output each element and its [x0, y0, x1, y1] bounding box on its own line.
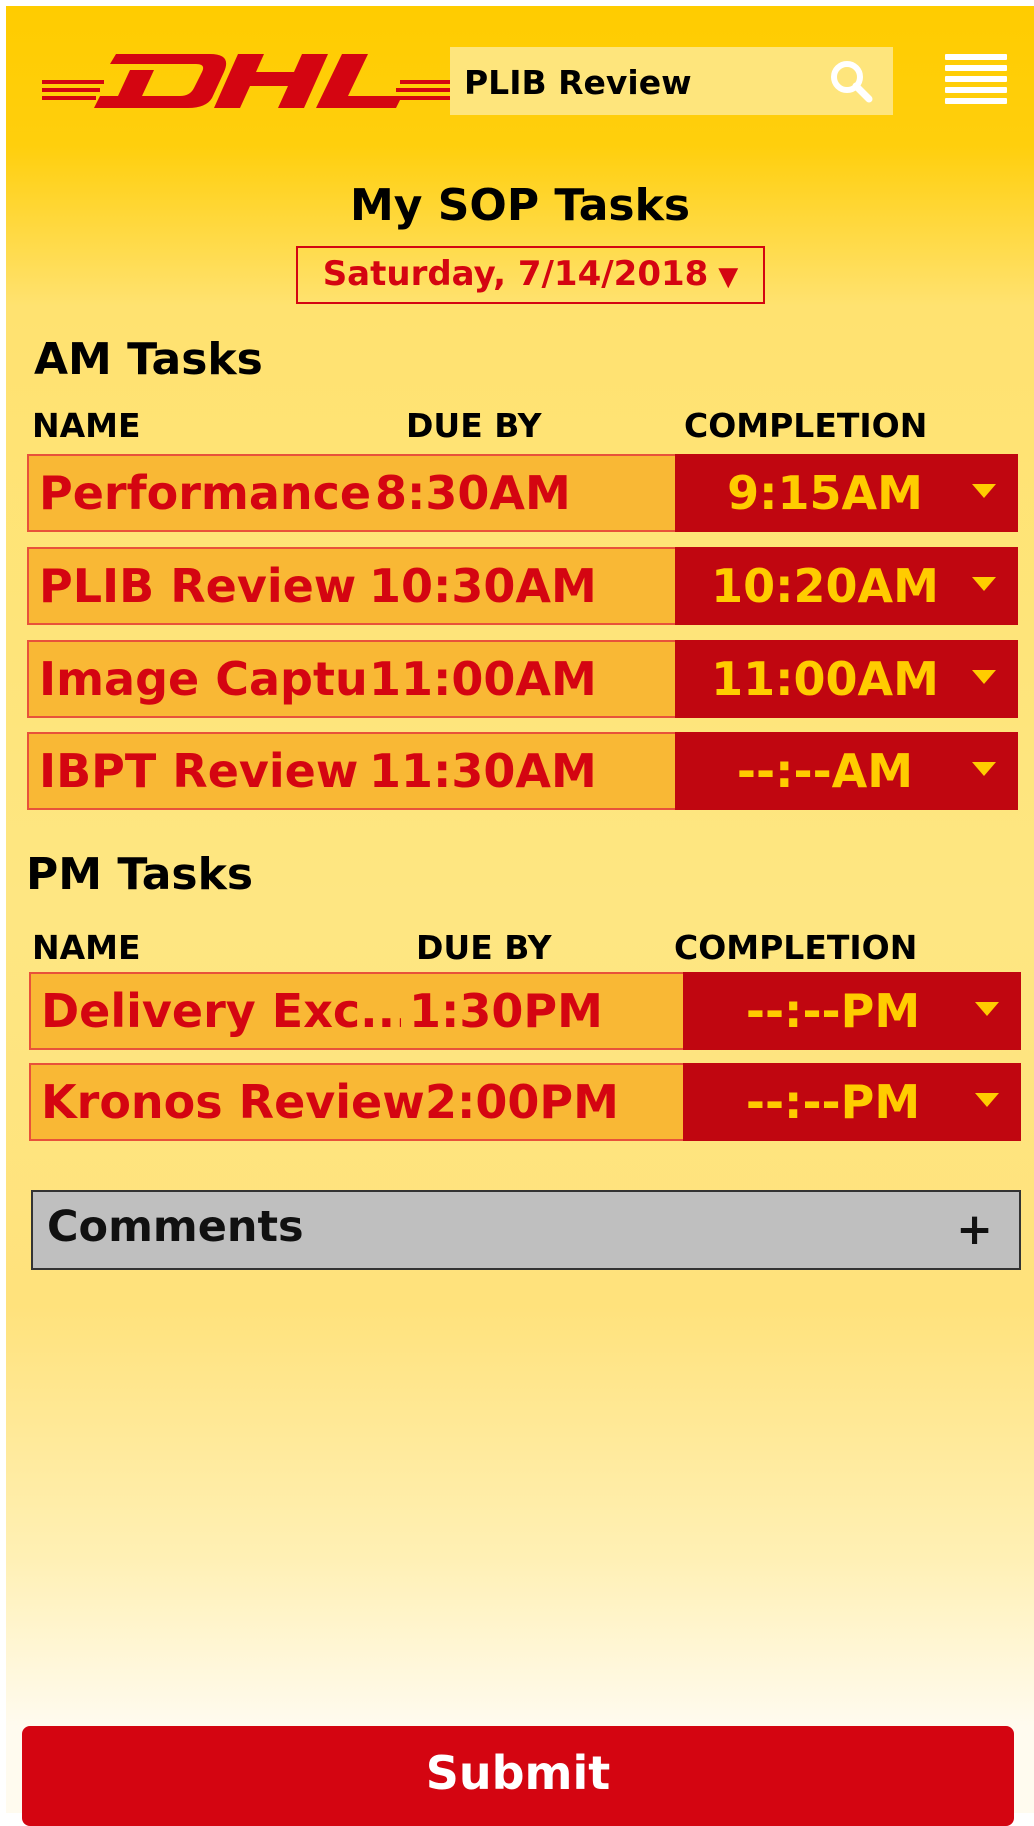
caret-down-icon — [972, 670, 996, 684]
search-value: PLIB Review — [464, 63, 692, 102]
completion-select[interactable]: 9:15AM — [675, 454, 1018, 532]
task-row[interactable]: Kronos Review 2:00PM --:--PM — [29, 1063, 1021, 1141]
search-icon[interactable] — [829, 59, 873, 103]
task-due: 11:00AM — [369, 652, 597, 706]
expand-plus-icon[interactable]: + — [956, 1204, 993, 1255]
caret-down-icon — [972, 577, 996, 591]
comments-label: Comments — [47, 1202, 304, 1252]
completion-select[interactable]: --:--PM — [683, 1063, 1021, 1141]
task-row[interactable]: Image Captu... 11:00AM 11:00AM — [27, 640, 1018, 718]
task-due: 10:30AM — [369, 559, 597, 613]
submit-button[interactable]: Submit — [22, 1726, 1014, 1826]
task-name: PLIB Review — [39, 559, 357, 613]
task-name: Image Captu... — [39, 652, 369, 706]
completion-select[interactable]: 11:00AM — [675, 640, 1018, 718]
am-col-due: DUE BY — [406, 406, 542, 445]
task-row[interactable]: IBPT Review 11:30AM --:--AM — [27, 732, 1018, 810]
date-selector[interactable]: Saturday, 7/14/2018 ▼ — [296, 246, 765, 304]
task-name: Performance... — [39, 466, 369, 520]
am-tasks-title: AM Tasks — [34, 334, 263, 385]
pm-col-due: DUE BY — [416, 928, 552, 967]
completion-value: 11:00AM — [711, 652, 939, 706]
dhl-logo — [42, 46, 454, 112]
search-input[interactable]: PLIB Review — [450, 47, 893, 115]
pm-col-name: NAME — [32, 928, 141, 967]
app-screen: PLIB Review My SOP Tasks Saturday, 7/14/… — [6, 6, 1034, 1813]
task-name: Delivery Exc... — [41, 984, 401, 1038]
task-row[interactable]: Performance... 8:30AM 9:15AM — [27, 454, 1018, 532]
completion-value: 9:15AM — [727, 466, 923, 520]
completion-value: --:--PM — [745, 1075, 921, 1129]
completion-value: --:--PM — [745, 984, 921, 1038]
caret-down-icon: ▼ — [718, 262, 739, 292]
completion-select[interactable]: --:--AM — [675, 732, 1018, 810]
caret-down-icon — [972, 762, 996, 776]
task-row[interactable]: PLIB Review 10:30AM 10:20AM — [27, 547, 1018, 625]
completion-select[interactable]: --:--PM — [683, 972, 1021, 1050]
completion-value: --:--AM — [736, 744, 914, 798]
completion-select[interactable]: 10:20AM — [675, 547, 1018, 625]
am-col-completion: COMPLETION — [684, 406, 928, 445]
completion-value: 10:20AM — [711, 559, 939, 613]
caret-down-icon — [975, 1002, 999, 1016]
task-due: 11:30AM — [369, 744, 597, 798]
pm-tasks-title: PM Tasks — [26, 849, 254, 900]
pm-col-completion: COMPLETION — [674, 928, 918, 967]
selected-date: Saturday, 7/14/2018 — [322, 254, 709, 294]
task-name: Kronos Review — [41, 1075, 425, 1129]
task-due: 2:00PM — [425, 1075, 619, 1129]
task-due: 1:30PM — [409, 984, 603, 1038]
am-col-name: NAME — [32, 406, 141, 445]
task-row[interactable]: Delivery Exc... 1:30PM --:--PM — [29, 972, 1021, 1050]
page-title: My SOP Tasks — [349, 180, 691, 231]
caret-down-icon — [972, 484, 996, 498]
task-name: IBPT Review — [39, 744, 359, 798]
comments-accordion[interactable]: Comments + — [31, 1190, 1021, 1270]
hamburger-menu-icon[interactable] — [945, 54, 1007, 106]
task-due: 8:30AM — [375, 466, 571, 520]
caret-down-icon — [975, 1093, 999, 1107]
